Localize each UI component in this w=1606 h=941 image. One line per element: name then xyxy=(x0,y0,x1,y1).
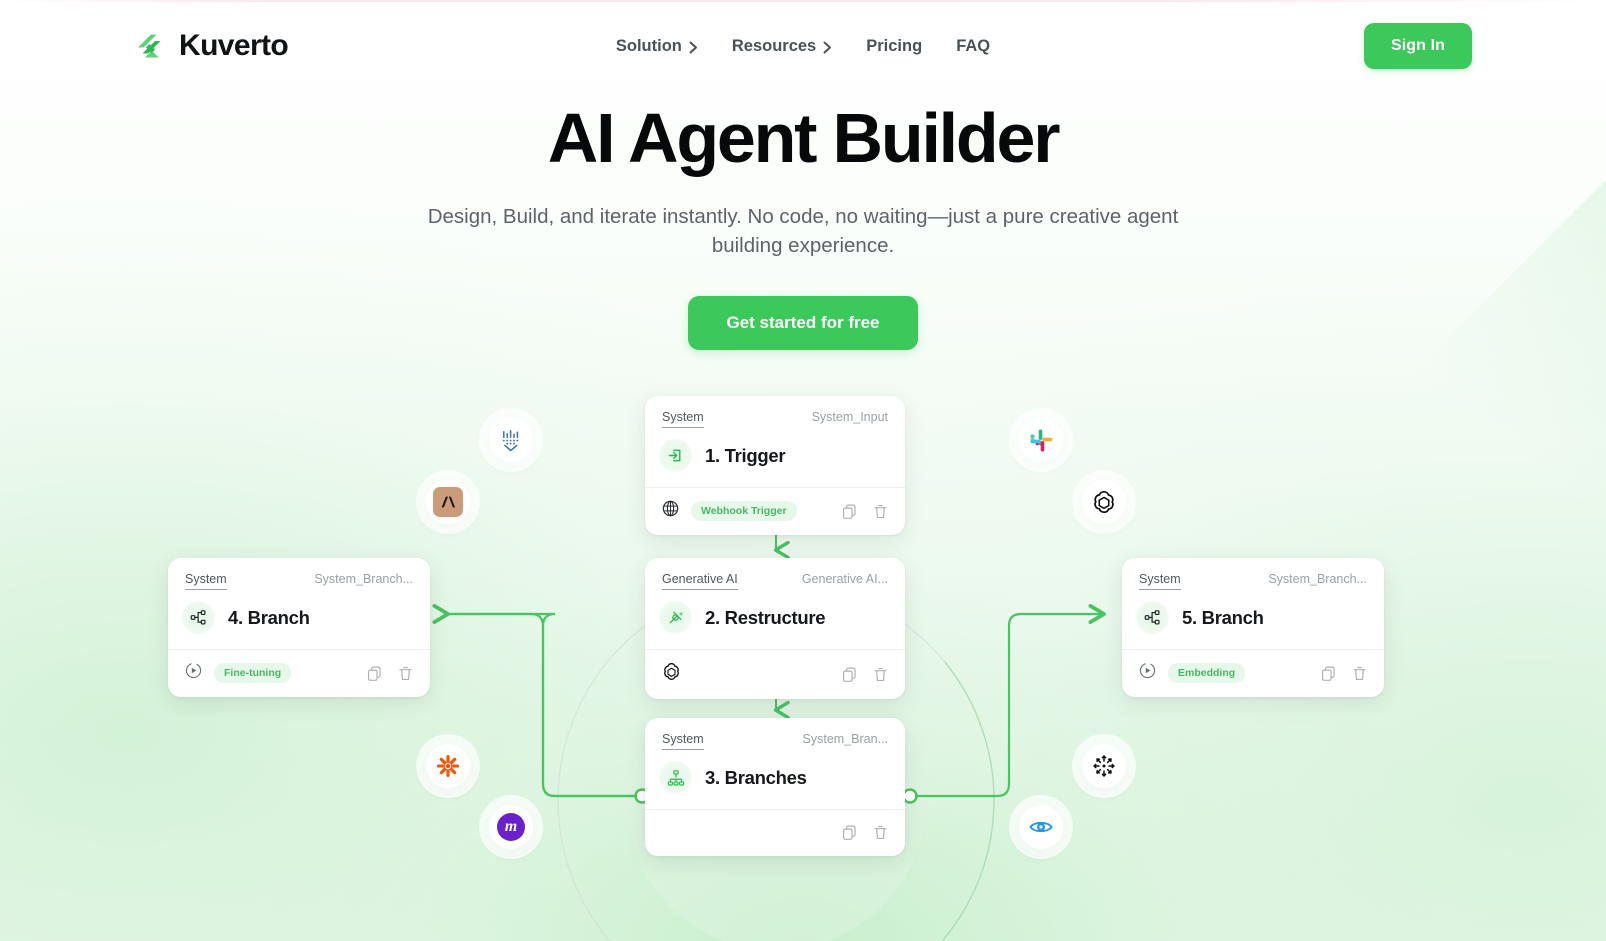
globe-icon xyxy=(661,499,680,523)
brand-logo[interactable]: Kuverto xyxy=(134,29,289,63)
node-body: 3. Branches xyxy=(645,750,905,809)
node-footer: Fine-tuning xyxy=(168,649,430,697)
pinecone-vector-icon[interactable] xyxy=(489,418,533,462)
zapier-icon[interactable] xyxy=(426,744,470,788)
trash-icon[interactable] xyxy=(872,666,889,683)
node-scope-label: Generative AI... xyxy=(801,572,888,586)
trash-icon[interactable] xyxy=(397,665,414,682)
page-title: AI Agent Builder xyxy=(547,99,1061,177)
get-started-button[interactable]: Get started for free xyxy=(688,295,918,350)
nav-label-resources: Resources xyxy=(731,36,817,55)
node-footer: Webhook Trigger xyxy=(645,487,905,535)
branch-nodes-icon xyxy=(182,601,215,634)
trash-icon[interactable] xyxy=(872,824,889,841)
trash-icon[interactable] xyxy=(1351,665,1368,682)
node-footer xyxy=(645,649,905,699)
nav-label-solution: Solution xyxy=(615,36,682,55)
node-scope-label: System_Input xyxy=(811,410,888,424)
kuverto-k-logo-icon xyxy=(134,29,168,63)
node-scope-label: System_Branch... xyxy=(314,572,413,586)
anthropic-badge xyxy=(433,487,463,517)
workflow-node-branches[interactable]: System System_Bran... 3. Branches xyxy=(645,718,905,856)
mistral-icon[interactable]: m xyxy=(489,805,533,849)
node-scope-label: System_Branch... xyxy=(1268,572,1367,586)
nav-item-pricing[interactable]: Pricing xyxy=(866,37,922,56)
node-header: System System_Bran... xyxy=(645,718,905,750)
node-badge: Fine-tuning xyxy=(214,663,292,683)
node-actions xyxy=(1320,665,1368,682)
node-actions xyxy=(841,503,889,520)
nav-item-resources[interactable]: Resources xyxy=(732,37,832,56)
node-header: Generative AI Generative AI... xyxy=(645,558,905,590)
node-scope-label: System_Bran... xyxy=(802,732,888,746)
node-header: System System_Input xyxy=(645,396,905,428)
nav-item-faq[interactable]: FAQ xyxy=(956,37,990,56)
nav-label-pricing: Pricing xyxy=(866,36,923,55)
brand-name: Kuverto xyxy=(179,29,289,62)
copy-icon[interactable] xyxy=(1320,665,1337,682)
play-circle-icon xyxy=(184,661,203,685)
node-body: 2. Restructure xyxy=(645,590,905,649)
hero-subtitle: Design, Build, and iterate instantly. No… xyxy=(427,204,1179,257)
copy-icon[interactable] xyxy=(841,666,858,683)
node-title: 1. Trigger xyxy=(705,444,786,466)
landing-page: Kuverto Solution Resources Pricing FAQ S… xyxy=(0,0,1606,941)
node-body: 4. Branch xyxy=(168,590,430,649)
node-badge: Embedding xyxy=(1168,663,1246,683)
huggingface-arrows-icon[interactable] xyxy=(1082,744,1126,788)
node-title: 2. Restructure xyxy=(705,606,826,628)
openai-icon[interactable] xyxy=(1082,480,1126,524)
chevron-right-icon xyxy=(689,41,698,53)
workflow-node-branch-5[interactable]: System System_Branch... 5. Branch Embedd… xyxy=(1122,558,1384,697)
node-footer xyxy=(645,809,905,856)
node-kind-label: System xyxy=(185,572,227,590)
site-header: Kuverto Solution Resources Pricing FAQ S… xyxy=(0,0,1606,92)
copy-icon[interactable] xyxy=(841,503,858,520)
top-accent-hairline xyxy=(0,0,1606,2)
trash-icon[interactable] xyxy=(872,503,889,520)
sign-in-button[interactable]: Sign In xyxy=(1363,23,1472,69)
node-actions xyxy=(841,824,889,841)
node-header: System System_Branch... xyxy=(168,558,430,590)
mistral-letter: m xyxy=(504,818,518,835)
node-body: 5. Branch xyxy=(1122,590,1384,649)
nav-label-faq: FAQ xyxy=(956,36,991,55)
nav-item-solution[interactable]: Solution xyxy=(616,37,698,56)
node-footer: Embedding xyxy=(1122,649,1384,697)
copy-icon[interactable] xyxy=(366,665,383,682)
branch-nodes-icon xyxy=(1136,601,1169,634)
node-kind-label: Generative AI xyxy=(662,572,738,590)
workflow-node-restructure[interactable]: Generative AI Generative AI... 2. Restru… xyxy=(645,558,905,699)
node-kind-label: System xyxy=(662,732,704,750)
login-arrow-icon xyxy=(659,439,692,472)
node-actions xyxy=(366,665,414,682)
node-title: 5. Branch xyxy=(1182,606,1264,628)
node-title: 4. Branch xyxy=(228,606,310,628)
play-circle-icon xyxy=(1138,661,1157,685)
workflow-node-trigger[interactable]: System System_Input 1. Trigger Webhook T… xyxy=(645,396,905,535)
node-title: 3. Branches xyxy=(705,766,807,788)
openai-icon xyxy=(661,661,682,687)
hierarchy-icon xyxy=(659,761,692,794)
hero-section: AI Agent Builder Design, Build, and iter… xyxy=(0,99,1606,350)
copy-icon[interactable] xyxy=(841,824,858,841)
workflow-canvas: System System_Input 1. Trigger Webhook T… xyxy=(0,372,1606,941)
workflow-node-branch-4[interactable]: System System_Branch... 4. Branch Fine-t… xyxy=(168,558,430,697)
sparkle-tools-icon xyxy=(659,601,692,634)
mistral-badge: m xyxy=(497,813,525,841)
slack-icon[interactable] xyxy=(1019,418,1063,462)
node-actions xyxy=(841,666,889,683)
node-kind-label: System xyxy=(1139,572,1181,590)
node-body: 1. Trigger xyxy=(645,428,905,487)
chevron-right-icon xyxy=(823,41,832,53)
node-kind-label: System xyxy=(662,410,704,428)
anthropic-icon[interactable] xyxy=(426,480,470,524)
node-header: System System_Branch... xyxy=(1122,558,1384,590)
node-badge: Webhook Trigger xyxy=(691,501,797,521)
eye-vision-icon[interactable] xyxy=(1019,805,1063,849)
